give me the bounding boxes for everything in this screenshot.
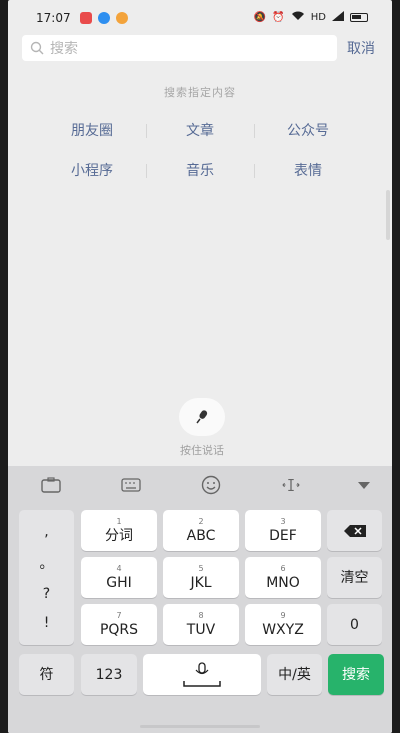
clear-button[interactable]: 清空 <box>327 557 382 598</box>
status-time: 17:07 <box>36 11 71 25</box>
key-label: ABC <box>186 527 216 544</box>
key-number: 7 <box>116 610 122 620</box>
numbers-button[interactable]: 123 <box>81 654 137 695</box>
search-key-label: 搜索 <box>342 666 370 683</box>
emoji-icon[interactable] <box>201 475 221 495</box>
symbol-key[interactable]: , <box>44 524 48 540</box>
key-number: 1 <box>116 516 122 526</box>
key-7[interactable]: 7 PQRS <box>81 604 157 645</box>
alarm-icon: ⏰ <box>272 12 285 23</box>
symbols-label: 符 <box>39 666 54 683</box>
numbers-label: 123 <box>95 666 123 683</box>
search-placeholder: 搜索 <box>50 41 78 57</box>
status-indicators: 🔕 ⏰ HD <box>254 11 368 24</box>
microphone-icon <box>183 661 221 687</box>
category-mini-programs[interactable]: 小程序 <box>38 159 146 183</box>
signal-icon <box>332 11 344 24</box>
symbol-key[interactable]: ! <box>44 615 50 631</box>
cursor-move-icon[interactable] <box>281 476 301 494</box>
key-label: WXYZ <box>262 621 304 638</box>
backspace-button[interactable] <box>327 510 382 551</box>
key-4[interactable]: 4 GHI <box>81 557 157 598</box>
category-stickers[interactable]: 表情 <box>254 159 362 183</box>
key-1[interactable]: 1 分词 <box>81 510 157 551</box>
symbols-button[interactable]: 符 <box>19 654 74 695</box>
ime-keyboard: , 。 ? ! 1 分词 2 ABC 3 DEF 4 GHI 5 JKL 6 M… <box>8 466 392 733</box>
language-label: 中/英 <box>278 666 311 683</box>
key-6[interactable]: 6 MNO <box>245 557 321 598</box>
collapse-keyboard-icon[interactable] <box>354 476 374 494</box>
toolbox-icon[interactable] <box>41 476 61 494</box>
search-hint: 搜索指定内容 <box>164 86 236 99</box>
status-bar: 17:07 🔕 ⏰ HD <box>8 0 392 36</box>
space-voice-button[interactable] <box>143 654 261 695</box>
category-row-2: 小程序 音乐 表情 <box>38 159 362 183</box>
symbol-key[interactable]: ? <box>43 586 50 602</box>
key-0[interactable]: 0 <box>327 604 382 645</box>
weibo-icon <box>116 12 128 24</box>
cancel-button[interactable]: 取消 <box>347 38 375 58</box>
key-label: TUV <box>186 621 216 638</box>
mute-icon: 🔕 <box>253 12 267 23</box>
key-label: GHI <box>106 574 132 591</box>
search-key[interactable]: 搜索 <box>328 654 384 695</box>
key-number: 2 <box>198 516 204 526</box>
key-label: MNO <box>266 574 300 591</box>
battery-icon <box>350 13 368 22</box>
keyboard-switch-icon[interactable] <box>121 476 141 494</box>
home-indicator[interactable] <box>140 725 260 728</box>
key-number: 6 <box>280 563 286 573</box>
key-number: 4 <box>116 563 122 573</box>
key-label: JKL <box>190 574 212 591</box>
key-5[interactable]: 5 JKL <box>163 557 239 598</box>
symbol-column[interactable]: , 。 ? ! <box>19 510 74 645</box>
category-moments[interactable]: 朋友圈 <box>38 119 146 143</box>
search-input[interactable]: 搜索 <box>22 35 337 61</box>
language-switch-button[interactable]: 中/英 <box>267 654 322 695</box>
key-number: 9 <box>280 610 286 620</box>
qq-icon <box>98 12 110 24</box>
category-official-accounts[interactable]: 公众号 <box>254 119 362 143</box>
symbol-key[interactable]: 。 <box>40 553 54 573</box>
key-number: 5 <box>198 563 204 573</box>
notification-app-icon <box>80 12 92 24</box>
key-number: 3 <box>280 516 286 526</box>
wechat-search-screen: 17:07 🔕 ⏰ HD 搜索 取消 搜索指定内容 朋友圈 文章 公众号 小程序… <box>8 0 392 733</box>
microphone-icon <box>196 410 208 424</box>
category-articles[interactable]: 文章 <box>146 119 254 143</box>
category-row-1: 朋友圈 文章 公众号 <box>38 119 362 143</box>
key-label: PQRS <box>99 621 139 638</box>
key-label: 0 <box>350 616 359 633</box>
voice-hint-label: 按住说话 <box>180 444 224 457</box>
key-label: DEF <box>269 527 297 544</box>
key-9[interactable]: 9 WXYZ <box>245 604 321 645</box>
key-8[interactable]: 8 TUV <box>163 604 239 645</box>
key-label: 分词 <box>105 527 133 544</box>
clear-label: 清空 <box>340 569 369 586</box>
network-label: HD <box>310 12 326 23</box>
keyboard-toolbar <box>8 466 392 504</box>
scrollbar[interactable] <box>386 190 390 240</box>
wifi-icon <box>291 11 305 24</box>
key-number: 8 <box>198 610 204 620</box>
key-2[interactable]: 2 ABC <box>163 510 239 551</box>
key-3[interactable]: 3 DEF <box>245 510 321 551</box>
category-music[interactable]: 音乐 <box>146 159 254 183</box>
search-icon <box>30 41 44 55</box>
backspace-icon <box>343 524 366 537</box>
voice-input-button[interactable] <box>179 398 225 436</box>
